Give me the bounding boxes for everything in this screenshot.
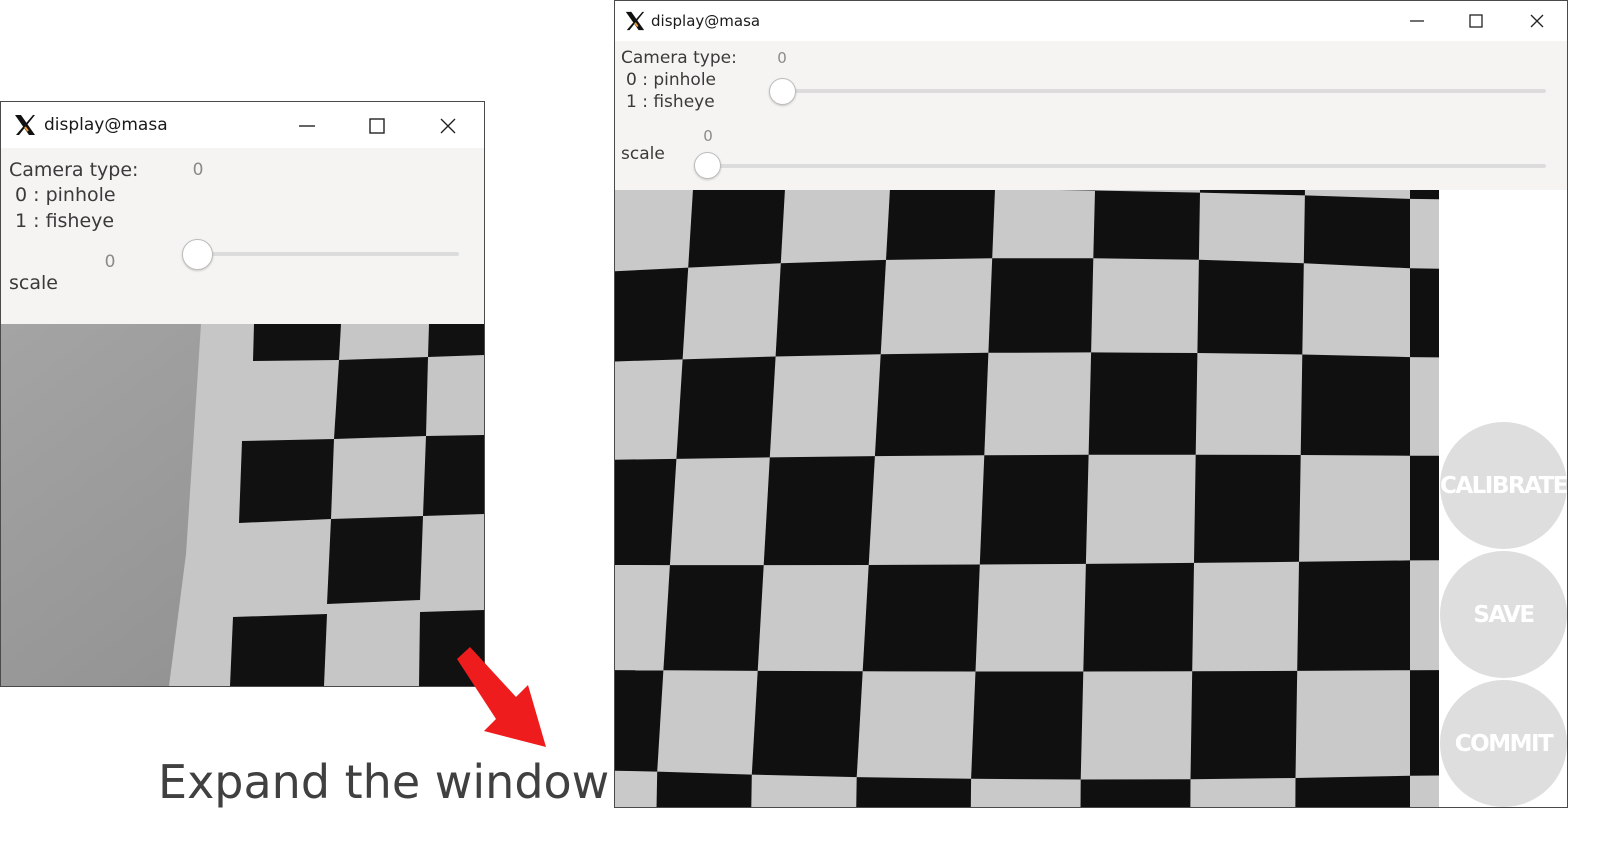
large-button-sidebar: CALIBRATE SAVE COMMIT bbox=[1439, 190, 1567, 807]
close-icon[interactable] bbox=[437, 115, 459, 137]
checker-square bbox=[971, 671, 1084, 780]
large-window-title: display@masa bbox=[651, 12, 761, 30]
checker-square bbox=[775, 259, 886, 357]
maximize-icon[interactable] bbox=[366, 115, 388, 137]
maximize-icon[interactable] bbox=[1466, 11, 1486, 31]
checker-square bbox=[874, 352, 989, 457]
camera-option-pinhole: 0 : pinhole bbox=[15, 184, 116, 206]
small-display-window: display@masa Camera type: 0 : pinhole 1 … bbox=[0, 101, 485, 687]
scale-slider-track[interactable] bbox=[708, 164, 1546, 168]
camera-option-pinhole: 0 : pinhole bbox=[626, 70, 716, 90]
checker-square bbox=[1410, 190, 1439, 200]
camera-type-value: 0 bbox=[777, 49, 787, 67]
checker-square bbox=[1295, 775, 1410, 807]
camera-type-slider-track[interactable] bbox=[197, 252, 459, 256]
checker-square bbox=[688, 190, 785, 268]
large-checkerboard-image bbox=[615, 190, 1439, 807]
arrow-down-right-icon bbox=[457, 647, 546, 747]
scale-label: scale bbox=[621, 144, 665, 164]
camera-type-label: Camera type: bbox=[9, 159, 139, 181]
scale-slider-handle[interactable] bbox=[694, 152, 721, 179]
checker-square bbox=[979, 454, 1089, 565]
expand-window-caption: Expand the window bbox=[158, 755, 610, 809]
camera-type-slider-handle[interactable] bbox=[182, 239, 213, 270]
minimize-icon[interactable] bbox=[1407, 11, 1427, 31]
checker-square bbox=[615, 458, 677, 566]
small-camera-view bbox=[1, 324, 484, 686]
checker-square bbox=[1088, 352, 1198, 455]
scale-label: scale bbox=[9, 272, 58, 294]
checker-square bbox=[656, 771, 752, 807]
checker-square bbox=[1303, 195, 1410, 269]
checker-square bbox=[1297, 560, 1410, 671]
commit-button[interactable]: COMMIT bbox=[1440, 680, 1567, 807]
checker-square bbox=[763, 456, 875, 566]
checker-square bbox=[615, 267, 689, 362]
small-window-titlebar[interactable]: display@masa bbox=[1, 102, 484, 148]
camera-type-label: Camera type: bbox=[621, 48, 737, 68]
checker-square bbox=[1197, 259, 1304, 355]
camera-type-value: 0 bbox=[192, 160, 204, 180]
checker-square bbox=[676, 356, 776, 459]
checker-square bbox=[751, 670, 863, 778]
small-window-title: display@masa bbox=[44, 115, 168, 135]
checker-square bbox=[1410, 268, 1439, 358]
checker-square bbox=[1080, 779, 1191, 807]
checker-square bbox=[1093, 190, 1200, 260]
checker-square bbox=[1194, 454, 1301, 563]
camera-option-fisheye: 1 : fisheye bbox=[626, 92, 715, 112]
camera-type-slider-handle[interactable] bbox=[769, 78, 796, 105]
checker-square bbox=[886, 190, 995, 260]
checker-square bbox=[1083, 562, 1194, 672]
checker-square bbox=[988, 258, 1094, 353]
checker-square bbox=[663, 565, 764, 671]
x11-icon bbox=[625, 11, 645, 31]
large-trackbar-panel: Camera type: 0 : pinhole 1 : fisheye 0 s… bbox=[615, 41, 1567, 190]
checker-square bbox=[1300, 354, 1410, 456]
small-trackbar-panel: Camera type: 0 : pinhole 1 : fisheye 0 s… bbox=[1, 148, 484, 356]
checker-square bbox=[1190, 670, 1298, 780]
minimize-icon[interactable] bbox=[296, 115, 318, 137]
checker-square bbox=[1410, 670, 1439, 776]
checker-square bbox=[862, 564, 980, 672]
large-window-titlebar[interactable]: display@masa bbox=[615, 1, 1567, 41]
close-icon[interactable] bbox=[1527, 11, 1547, 31]
calibrate-button[interactable]: CALIBRATE bbox=[1440, 422, 1567, 549]
x11-icon bbox=[15, 115, 35, 135]
camera-option-fisheye: 1 : fisheye bbox=[15, 210, 115, 232]
save-button[interactable]: SAVE bbox=[1440, 551, 1567, 678]
large-display-window: display@masa Camera type: 0 : pinhole 1 … bbox=[614, 0, 1568, 808]
scale-value: 0 bbox=[703, 127, 713, 145]
large-camera-view bbox=[615, 190, 1439, 807]
small-checkerboard-image bbox=[1, 324, 484, 686]
checker-square bbox=[856, 777, 972, 807]
checker-square bbox=[615, 670, 664, 772]
camera-type-slider-track[interactable] bbox=[782, 89, 1546, 93]
checker-square bbox=[1410, 455, 1439, 561]
scale-value: 0 bbox=[104, 252, 116, 272]
